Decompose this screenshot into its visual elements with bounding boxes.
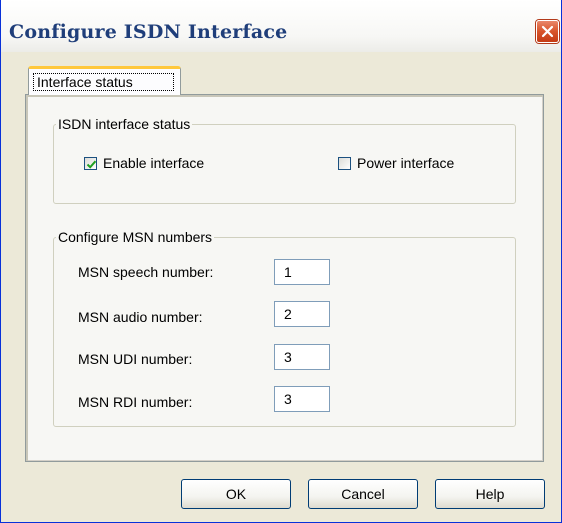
help-button[interactable]: Help bbox=[435, 479, 545, 509]
msn-udi-label: MSN UDI number: bbox=[78, 351, 193, 367]
msn-speech-label: MSN speech number: bbox=[78, 264, 214, 280]
close-button[interactable] bbox=[536, 20, 559, 43]
tab-interface-status[interactable]: Interface status bbox=[28, 66, 181, 95]
power-interface-checkbox[interactable]: Power interface bbox=[338, 155, 454, 171]
msn-rdi-label: MSN RDI number: bbox=[78, 394, 193, 410]
msn-rdi-input[interactable] bbox=[274, 386, 330, 412]
msn-speech-input[interactable] bbox=[274, 259, 330, 285]
cancel-button[interactable]: Cancel bbox=[308, 479, 418, 509]
power-interface-label: Power interface bbox=[357, 155, 455, 171]
window-title: Configure ISDN Interface bbox=[9, 21, 288, 43]
isdn-status-legend: ISDN interface status bbox=[58, 116, 191, 132]
title-bar[interactable]: Configure ISDN Interface bbox=[1, 0, 561, 52]
checkmark-icon bbox=[86, 160, 97, 169]
enable-interface-checkbox[interactable]: Enable interface bbox=[84, 155, 204, 171]
enable-interface-label: Enable interface bbox=[103, 155, 205, 171]
power-interface-box[interactable] bbox=[338, 156, 351, 170]
dialog-window: Configure ISDN Interface Interface statu… bbox=[0, 0, 562, 523]
ok-button[interactable]: OK bbox=[181, 479, 291, 509]
close-icon bbox=[541, 25, 554, 38]
enable-interface-box[interactable] bbox=[84, 156, 97, 170]
msn-udi-input[interactable] bbox=[274, 344, 330, 370]
tab-label: Interface status bbox=[33, 73, 174, 91]
msn-audio-label: MSN audio number: bbox=[78, 309, 203, 325]
msn-audio-input[interactable] bbox=[274, 301, 330, 327]
msn-numbers-legend: Configure MSN numbers bbox=[58, 229, 213, 245]
